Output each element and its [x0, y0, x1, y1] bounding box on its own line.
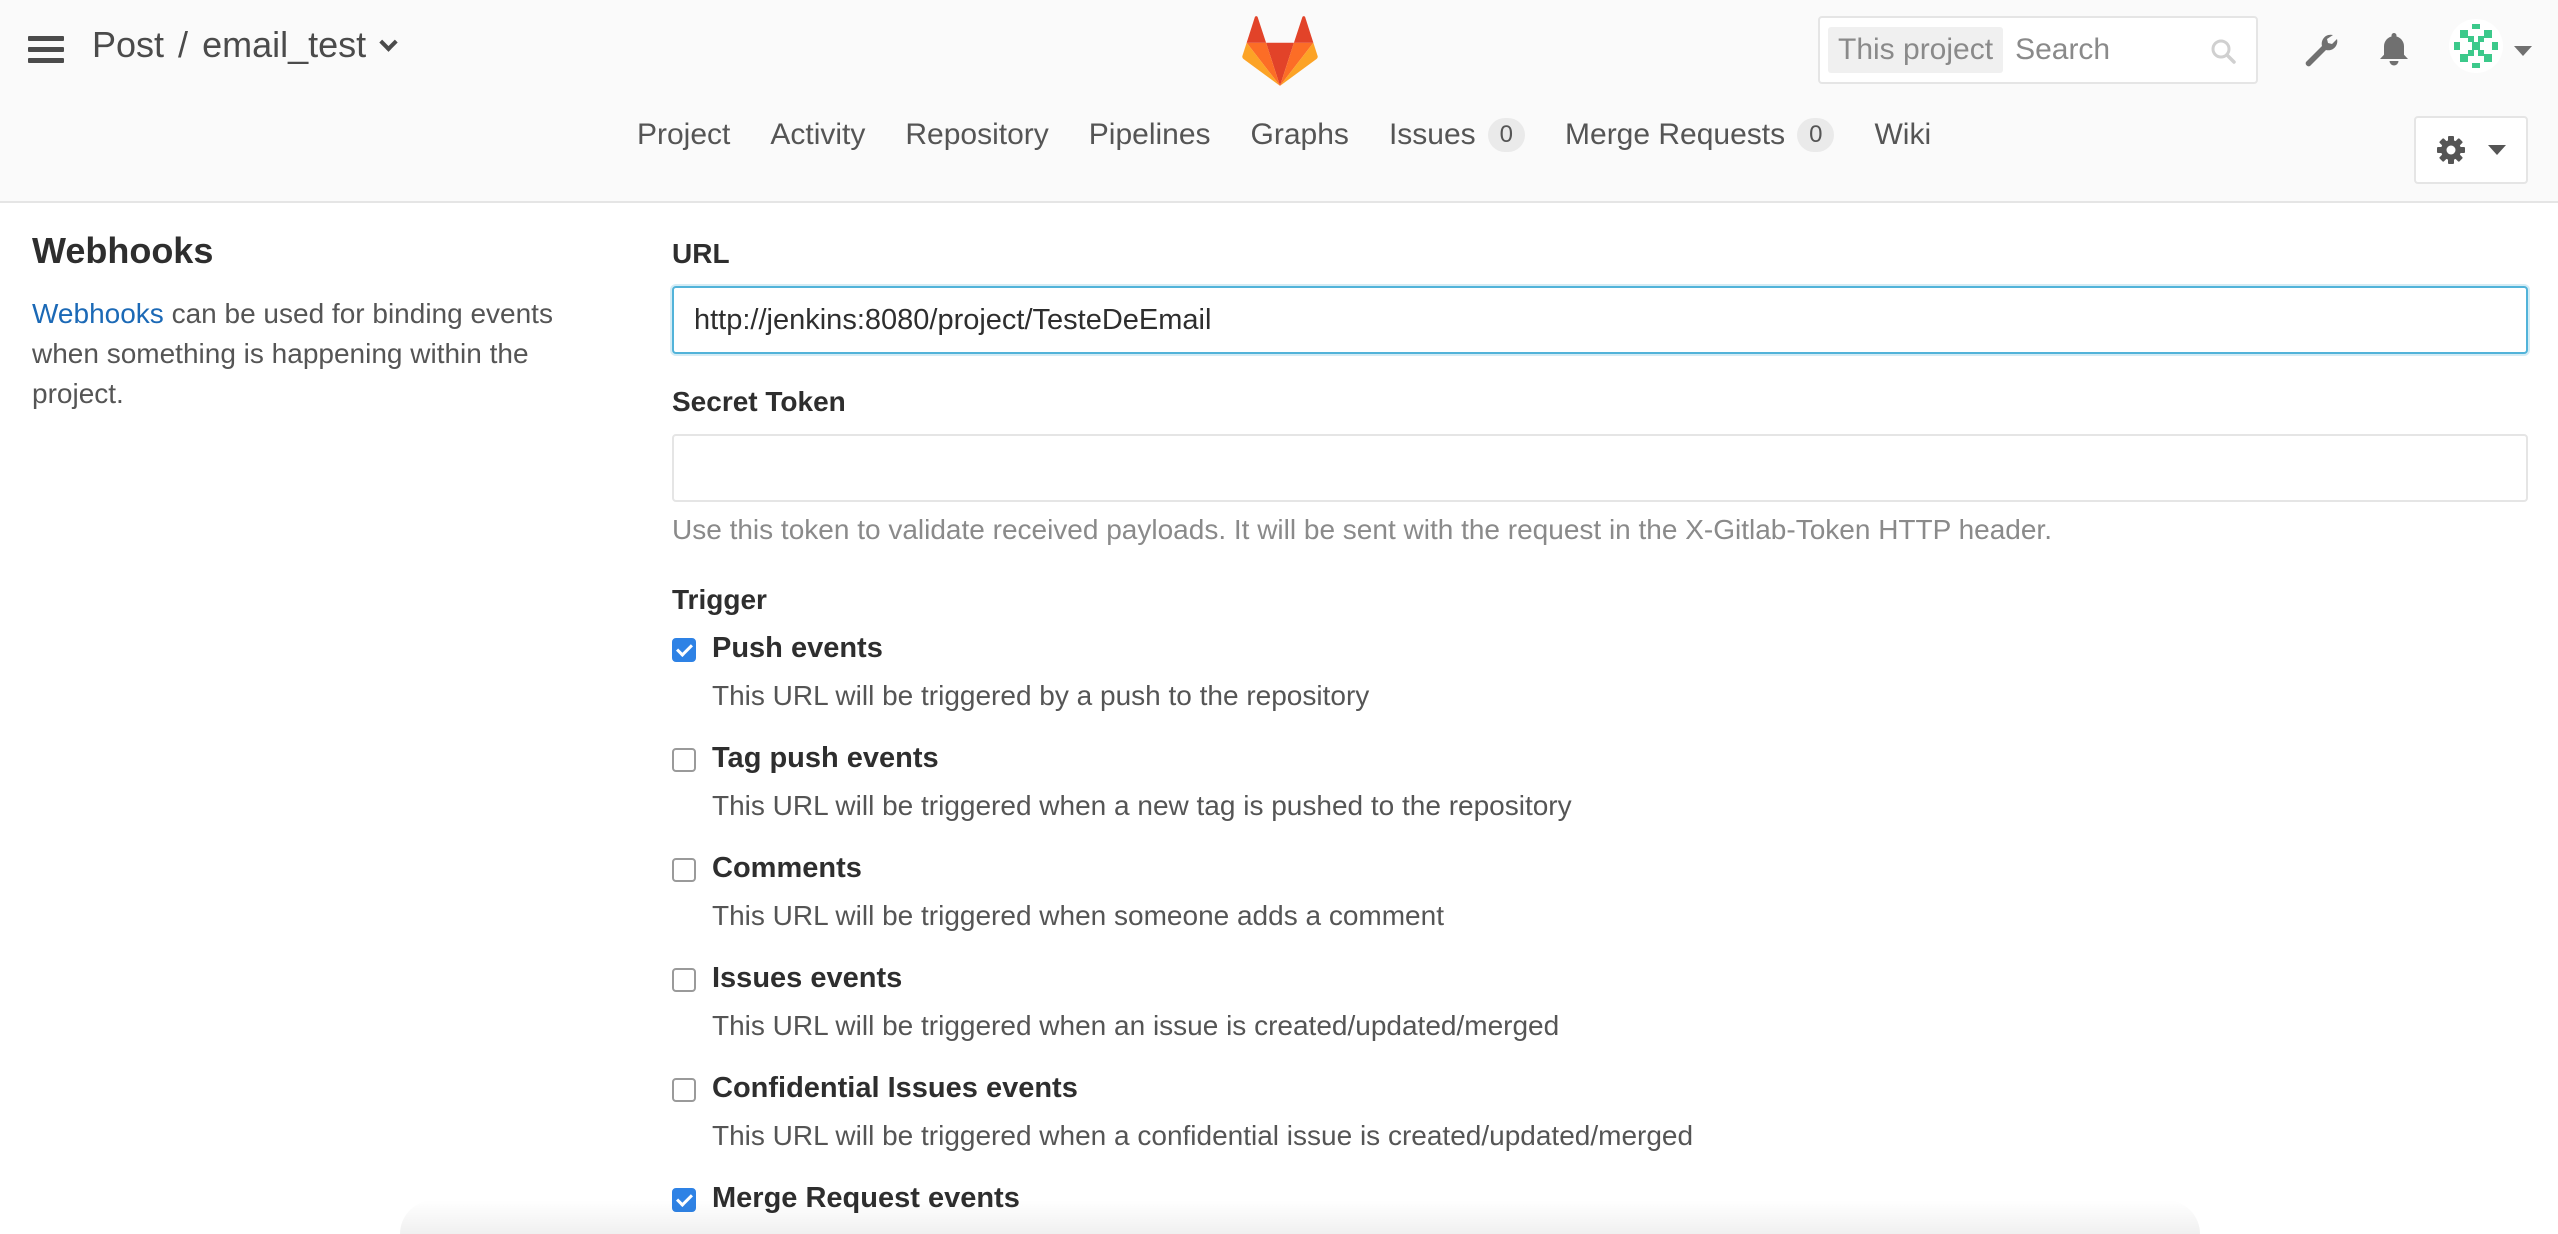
page-title: Webhooks	[32, 230, 214, 271]
issues-count-badge: 0	[1487, 118, 1526, 152]
trigger-description: This URL will be triggered when an issue…	[712, 1010, 1560, 1041]
user-avatar[interactable]	[2448, 18, 2504, 74]
trigger-description: This URL will be triggered when a new ta…	[712, 790, 1572, 821]
trigger-label: Trigger	[672, 584, 767, 615]
breadcrumb-separator: /	[178, 24, 189, 65]
nav-activity[interactable]: Activity	[770, 118, 865, 152]
webhooks-doc-link[interactable]: Webhooks	[32, 298, 164, 329]
gitlab-logo[interactable]	[1242, 16, 1318, 86]
url-field[interactable]	[672, 286, 2528, 354]
secret-token-field[interactable]	[672, 434, 2528, 502]
secret-token-label: Secret Token	[672, 386, 846, 417]
chevron-down-icon[interactable]	[379, 32, 398, 52]
trigger-name[interactable]: Issues events	[712, 962, 902, 995]
hamburger-menu-icon[interactable]	[28, 36, 64, 64]
trigger-name[interactable]: Confidential Issues events	[712, 1072, 1078, 1105]
breadcrumb-project[interactable]: email_test	[202, 24, 366, 66]
confidential-issues-events-checkbox[interactable]	[672, 1078, 696, 1102]
trigger-description: This URL will be triggered when someone …	[712, 900, 1444, 931]
top-header: Post / email_test This project Search Pr…	[0, 0, 2558, 203]
trigger-name[interactable]: Push events	[712, 632, 883, 665]
chevron-down-icon[interactable]	[2514, 46, 2532, 56]
search-icon	[2211, 39, 2236, 64]
comments-checkbox[interactable]	[672, 858, 696, 882]
trigger-name[interactable]: Tag push events	[712, 742, 939, 775]
nav-graphs[interactable]: Graphs	[1251, 118, 1349, 152]
wrench-icon[interactable]	[2302, 32, 2340, 70]
search-input[interactable]	[2015, 33, 2206, 67]
url-label: URL	[672, 238, 730, 269]
bottom-shadow	[400, 1200, 2200, 1234]
project-nav: Project Activity Repository Pipelines Gr…	[0, 118, 2558, 178]
project-settings-dropdown[interactable]	[2414, 116, 2528, 184]
breadcrumb-namespace[interactable]: Post	[92, 24, 164, 66]
trigger-name[interactable]: Comments	[712, 852, 862, 885]
search-scope-label: This project	[1828, 27, 2004, 73]
nav-merge-requests[interactable]: Merge Requests 0	[1565, 118, 1835, 152]
search-box[interactable]: This project	[1818, 16, 2258, 84]
merge-requests-count-badge: 0	[1797, 118, 1835, 152]
nav-repository[interactable]: Repository	[905, 118, 1048, 152]
nav-pipelines[interactable]: Pipelines	[1089, 118, 1211, 152]
bell-icon[interactable]	[2376, 30, 2412, 68]
gear-icon	[2437, 136, 2465, 164]
webhooks-description: Webhooks Webhooks can be used for bindin…	[32, 230, 612, 414]
chevron-down-icon	[2488, 145, 2506, 155]
nav-issues[interactable]: Issues 0	[1389, 118, 1526, 152]
push-events-checkbox[interactable]	[672, 638, 696, 662]
trigger-description: This URL will be triggered by a push to …	[712, 680, 1370, 711]
secret-token-help: Use this token to validate received payl…	[672, 514, 2052, 545]
breadcrumb: Post / email_test	[92, 24, 398, 66]
nav-wiki[interactable]: Wiki	[1874, 118, 1931, 152]
webhooks-help-text: Webhooks can be used for binding events …	[32, 298, 553, 409]
tag-push-events-checkbox[interactable]	[672, 748, 696, 772]
trigger-description: This URL will be triggered when a confid…	[712, 1120, 1694, 1151]
nav-project[interactable]: Project	[637, 118, 730, 152]
issues-events-checkbox[interactable]	[672, 968, 696, 992]
